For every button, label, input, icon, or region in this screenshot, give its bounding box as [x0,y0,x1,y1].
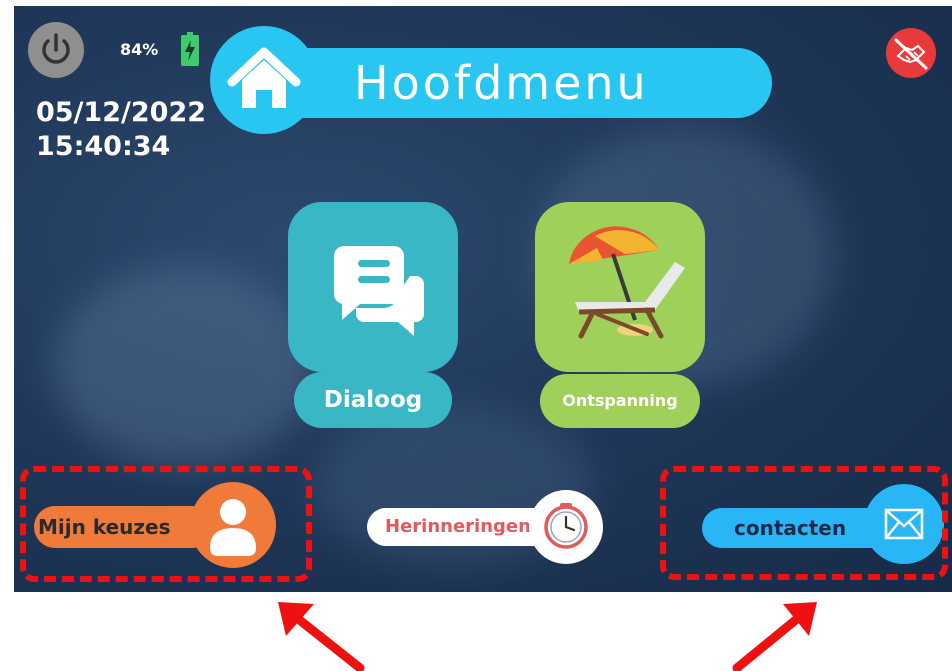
highlight-box-my-choices [20,466,312,582]
dialog-tile[interactable] [288,202,458,372]
clock-icon [544,503,588,549]
battery-icon [181,32,199,66]
datetime: 05/12/2022 15:40:34 [36,96,206,164]
home-button[interactable] [210,26,318,134]
dialog-button[interactable]: Dialoog [294,372,452,428]
no-handshake-button[interactable] [886,28,936,78]
time-text: 15:40:34 [36,131,171,162]
page-title: Hoofdmenu [354,56,649,110]
chat-icon [334,246,424,336]
reminders-label: Herinneringen [385,516,531,537]
relax-button[interactable]: Ontspanning [540,374,700,428]
background-blur [54,266,314,466]
battery-percentage: 84% [120,40,159,59]
reminders-icon-button[interactable] [529,490,603,564]
date-text: 05/12/2022 [36,97,207,128]
home-icon [227,47,301,108]
highlight-box-contacts [660,466,948,580]
relax-tile[interactable] [535,202,705,372]
arrow-icon [278,602,365,671]
power-icon [42,33,70,64]
arrow-icon [732,602,817,671]
no-handshake-icon [894,38,928,70]
beach-chair-icon [569,226,685,339]
power-button[interactable] [28,22,84,78]
